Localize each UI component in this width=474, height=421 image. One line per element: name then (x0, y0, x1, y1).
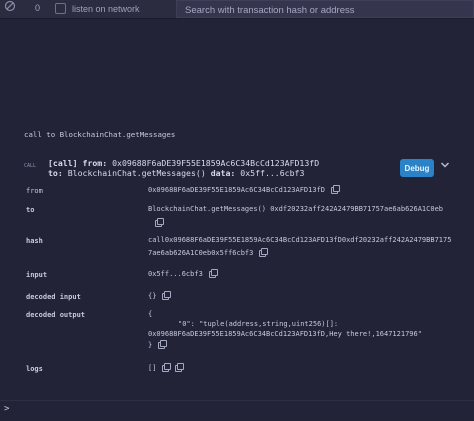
call-tag: CALL (24, 163, 37, 169)
from-value: 0x09688F6aDE39F55E1859Ac6C34BcCd123AFD13… (148, 184, 341, 197)
decoded-output-label: decoded output (26, 311, 86, 319)
decoded-input-label: decoded input (26, 293, 81, 301)
from-label: from (26, 187, 43, 195)
terminal-divider (0, 400, 474, 401)
to-label: to (26, 206, 35, 214)
chevron-down-icon[interactable] (440, 160, 450, 173)
decoded-input-value: {} (148, 290, 172, 303)
terminal-toolbar: 0 listen on network (0, 0, 474, 19)
decoded-output-open: { (148, 310, 153, 318)
decoded-output-close: } (148, 339, 168, 352)
call-summary-line2: to: BlockchainChat.getMessages() data: 0… (48, 168, 305, 178)
copy-hash-icon[interactable] (259, 247, 269, 257)
input-value: 0x5ff...6cbf3 (148, 268, 218, 281)
listen-network-checkbox[interactable] (55, 3, 66, 14)
clear-console-icon[interactable] (4, 0, 16, 14)
to-value: BlockchainChat.getMessages() 0xdf20232af… (148, 205, 444, 213)
transaction-search-input[interactable] (176, 0, 474, 18)
copy-decoded-output-icon[interactable] (158, 339, 168, 349)
call-summary-line1: [call] from: 0x09688F6aDE39F55E1859Ac6C3… (48, 158, 320, 168)
copy-logs-icon[interactable] (162, 362, 172, 372)
copy-decoded-input-icon[interactable] (162, 290, 172, 300)
copy-to-icon[interactable] (155, 218, 164, 227)
logs-label: logs (26, 365, 43, 373)
call-summary[interactable]: [call] from: 0x09688F6aDE39F55E1859Ac6C3… (48, 158, 319, 178)
input-label: input (26, 271, 48, 279)
debug-button[interactable]: Debug (400, 159, 434, 177)
logs-value: [] (148, 362, 185, 375)
terminal-message: call to BlockchainChat.getMessages (24, 130, 176, 139)
copy-logs-raw-icon[interactable] (175, 362, 185, 372)
terminal-prompt[interactable]: > (4, 404, 9, 414)
hash-value-line1: call0x09688F6aDE39F55E1859Ac6C34BcCd123A… (148, 236, 452, 244)
listen-network-label: listen on network (72, 4, 140, 14)
hash-label: hash (26, 237, 43, 245)
copy-from-icon[interactable] (331, 184, 341, 194)
hash-value-line2: 7ae6ab626A1C0eb0x5ff6cbf3 (148, 247, 269, 260)
copy-input-icon[interactable] (208, 268, 218, 278)
pending-count: 0 (35, 3, 41, 13)
decoded-output-line2: 0x09688F6aDE39F55E1859Ac6C34BcCd123AFD13… (148, 330, 422, 338)
